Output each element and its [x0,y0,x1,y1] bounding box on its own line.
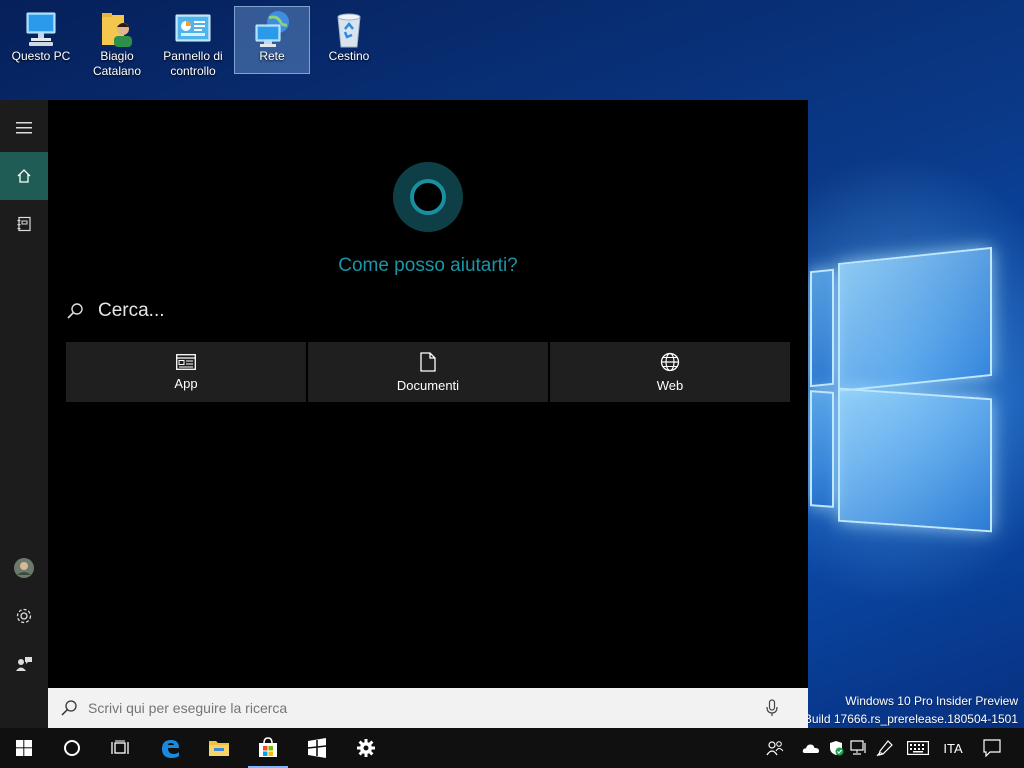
computer-icon [21,9,61,49]
cerca-hint: Cerca... [66,300,165,322]
settings-taskbar-button[interactable] [342,728,390,768]
app-button[interactable] [293,728,341,768]
desktop-icon-user-folder[interactable]: Biagio Catalano [80,6,154,78]
desktop-icon-label: Rete [259,49,285,63]
cortana-sidebar [0,100,48,728]
document-icon [420,351,436,372]
build-watermark-line1: Windows 10 Pro Insider Preview [845,694,1018,708]
defender-icon [830,741,844,756]
control-panel-icon [173,9,213,49]
search-input[interactable] [86,699,750,717]
search-icon [61,700,77,716]
desktop-icon-questo-pc[interactable]: Questo PC [4,6,78,74]
hamburger-icon [16,122,32,134]
search-icon [67,303,83,319]
settings-icon [357,739,375,757]
input-language-button[interactable]: ITA [938,728,968,768]
keyboard-icon [907,741,929,755]
task-view-icon [111,740,129,754]
desktop-icon-rete[interactable]: Rete [234,6,310,74]
defender-button[interactable] [825,728,847,768]
recycle-bin-icon [329,9,369,49]
touch-keyboard-button[interactable] [904,728,932,768]
taskbar-search-box [48,688,808,728]
network-tray-button[interactable] [848,728,870,768]
notebook-icon [17,216,31,232]
edge-button[interactable] [146,728,194,768]
globe-icon [660,352,680,371]
network-icon [850,740,866,755]
cortana-icon [64,740,80,756]
avatar-icon [14,558,34,578]
avatar[interactable] [0,544,48,592]
people-icon [766,741,784,756]
build-watermark-line2: e. Build 17666.rs_prerelease.180504-1501 [790,712,1018,726]
filter-web-button[interactable]: Web [550,342,790,402]
search-filters: App Documenti Web [66,342,790,402]
hamburger-menu-button[interactable] [0,104,48,152]
onedrive-button[interactable] [800,728,822,768]
cortana-logo [393,162,463,232]
desktop-icon-label: Questo PC [11,49,71,63]
home-icon [17,169,31,183]
feedback-icon [16,657,32,671]
filter-documenti-button[interactable]: Documenti [308,342,548,402]
cortana-panel: Come posso aiutarti? Cerca... App Docume… [48,100,808,688]
cerca-label: Cerca... [98,300,165,321]
app-icon [307,738,327,758]
cortana-prompt: Come posso aiutarti? [338,255,518,276]
windows-logo-wallpaper [810,245,1010,535]
filter-label: Web [656,377,684,393]
filter-app-button[interactable]: App [66,342,306,402]
microphone-icon[interactable] [766,699,778,717]
people-button[interactable] [762,728,788,768]
filter-label: App [174,375,198,391]
desktop-icon-label: Cestino [328,49,370,63]
home-button[interactable] [0,152,48,200]
notifications-icon [983,739,1001,757]
desktop-icon-label: Pannello di controllo [163,49,223,78]
start-button[interactable] [0,728,48,768]
filter-label: Documenti [396,377,460,393]
settings-icon [16,608,32,624]
action-center-button[interactable] [978,728,1006,768]
file-explorer-button[interactable] [195,728,243,768]
onedrive-icon [802,744,819,753]
taskbar: ITA [0,728,1024,768]
pen-workspace-button[interactable] [874,728,896,768]
app-icon [176,353,196,370]
cortana-button[interactable] [48,728,96,768]
store-icon [259,737,277,757]
start-icon [16,740,32,756]
pen-icon [876,740,893,757]
desktop-icon-label: Biagio Catalano [92,49,142,78]
notebook-button[interactable] [0,200,48,248]
edge-icon [162,740,179,758]
settings-button[interactable] [0,592,48,640]
store-button[interactable] [244,728,292,768]
network-icon [252,9,292,49]
task-view-button[interactable] [96,728,144,768]
desktop-icon-cestino[interactable]: Cestino [312,6,386,74]
user-folder-icon [97,9,137,49]
file-explorer-icon [209,741,229,756]
feedback-button[interactable] [0,640,48,688]
desktop-icon-control-panel[interactable]: Pannello di controllo [156,6,230,78]
